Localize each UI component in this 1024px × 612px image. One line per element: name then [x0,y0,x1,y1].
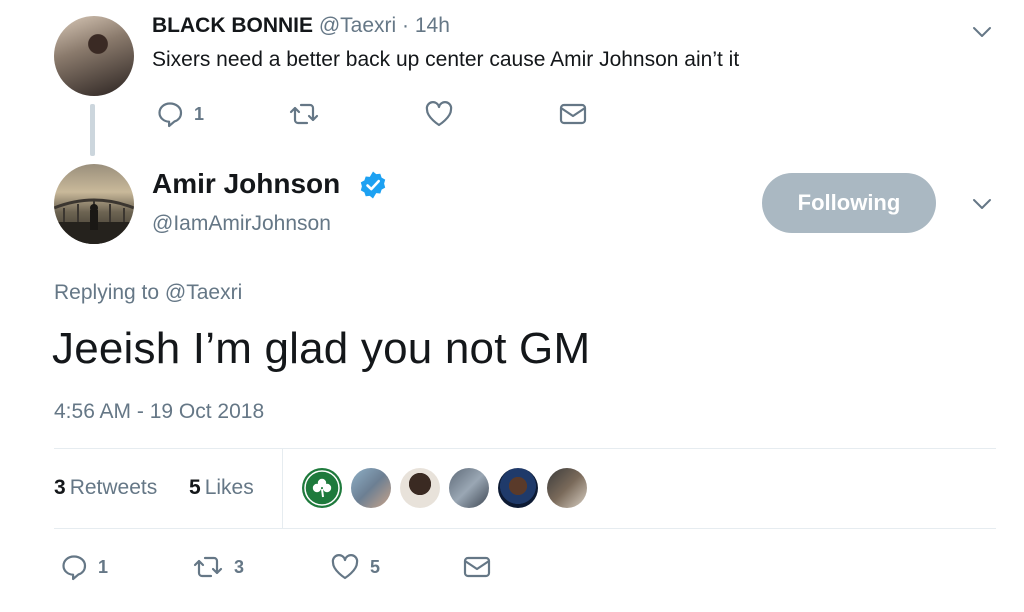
tweet-text: Jeeish I’m glad you not GM [52,324,591,373]
likes-label: Likes [204,476,254,499]
parent-author-avatar[interactable] [54,16,134,96]
parent-author-name[interactable]: BLACK BONNIE [152,14,313,37]
verified-badge-icon [358,170,388,200]
liker-avatar[interactable] [547,468,587,508]
message-button[interactable] [462,553,492,581]
retweets-count: 3 [54,476,66,499]
parent-tweet-time[interactable]: 14h [415,14,450,37]
following-button[interactable]: Following [762,173,936,233]
like-icon [330,553,360,581]
avatar-image [54,198,134,244]
chevron-down-icon[interactable] [970,20,994,44]
reply-icon [60,553,88,581]
parent-author-handle[interactable]: @Taexri [319,14,396,37]
parent-message-button[interactable] [558,100,588,128]
retweet-count: 3 [234,556,245,577]
liker-avatar[interactable] [302,468,342,508]
message-icon [462,553,492,581]
author-handle[interactable]: @IamAmirJohnson [152,212,331,236]
divider [54,528,996,529]
retweets-label: Retweets [69,476,158,499]
chevron-down-icon[interactable] [970,192,994,216]
tweet-timestamp[interactable]: 4:56 AM - 19 Oct 2018 [54,400,264,424]
like-count: 5 [370,556,381,577]
like-button[interactable]: 5 [330,553,380,581]
likes-count: 5 [189,476,201,499]
parent-like-button[interactable] [424,100,454,128]
author-name[interactable]: Amir Johnson [152,168,340,200]
header-separator: · [402,14,410,37]
reply-icon [156,100,184,128]
divider [54,448,996,449]
liker-avatar[interactable] [351,468,391,508]
liker-avatar[interactable] [400,468,440,508]
clover-logo-icon [304,470,340,506]
replying-handle-link[interactable]: @Taexri [165,281,242,304]
stats-separator [282,449,283,528]
reply-button[interactable]: 1 [60,553,108,581]
liker-avatar[interactable] [449,468,489,508]
parent-retweet-button[interactable] [288,100,320,128]
retweet-button[interactable]: 3 [192,553,244,581]
retweet-icon [192,553,224,581]
replying-prefix: Replying to [54,281,160,304]
parent-reply-count: 1 [194,103,205,124]
parent-reply-button[interactable]: 1 [156,100,204,128]
parent-tweet-text: Sixers need a better back up center caus… [152,48,740,71]
message-icon [558,100,588,128]
like-icon [424,100,454,128]
liker-avatar[interactable] [498,468,538,508]
thread-connector-line [90,104,95,156]
author-avatar[interactable] [54,164,134,244]
retweets-stat[interactable]: 3 Retweets [54,476,157,500]
retweet-icon [288,100,320,128]
reply-count: 1 [98,556,109,577]
replying-to: Replying to @Taexri [54,281,242,305]
likes-stat[interactable]: 5 Likes [189,476,254,500]
parent-tweet-header: BLACK BONNIE @Taexri · 14h [152,14,450,38]
